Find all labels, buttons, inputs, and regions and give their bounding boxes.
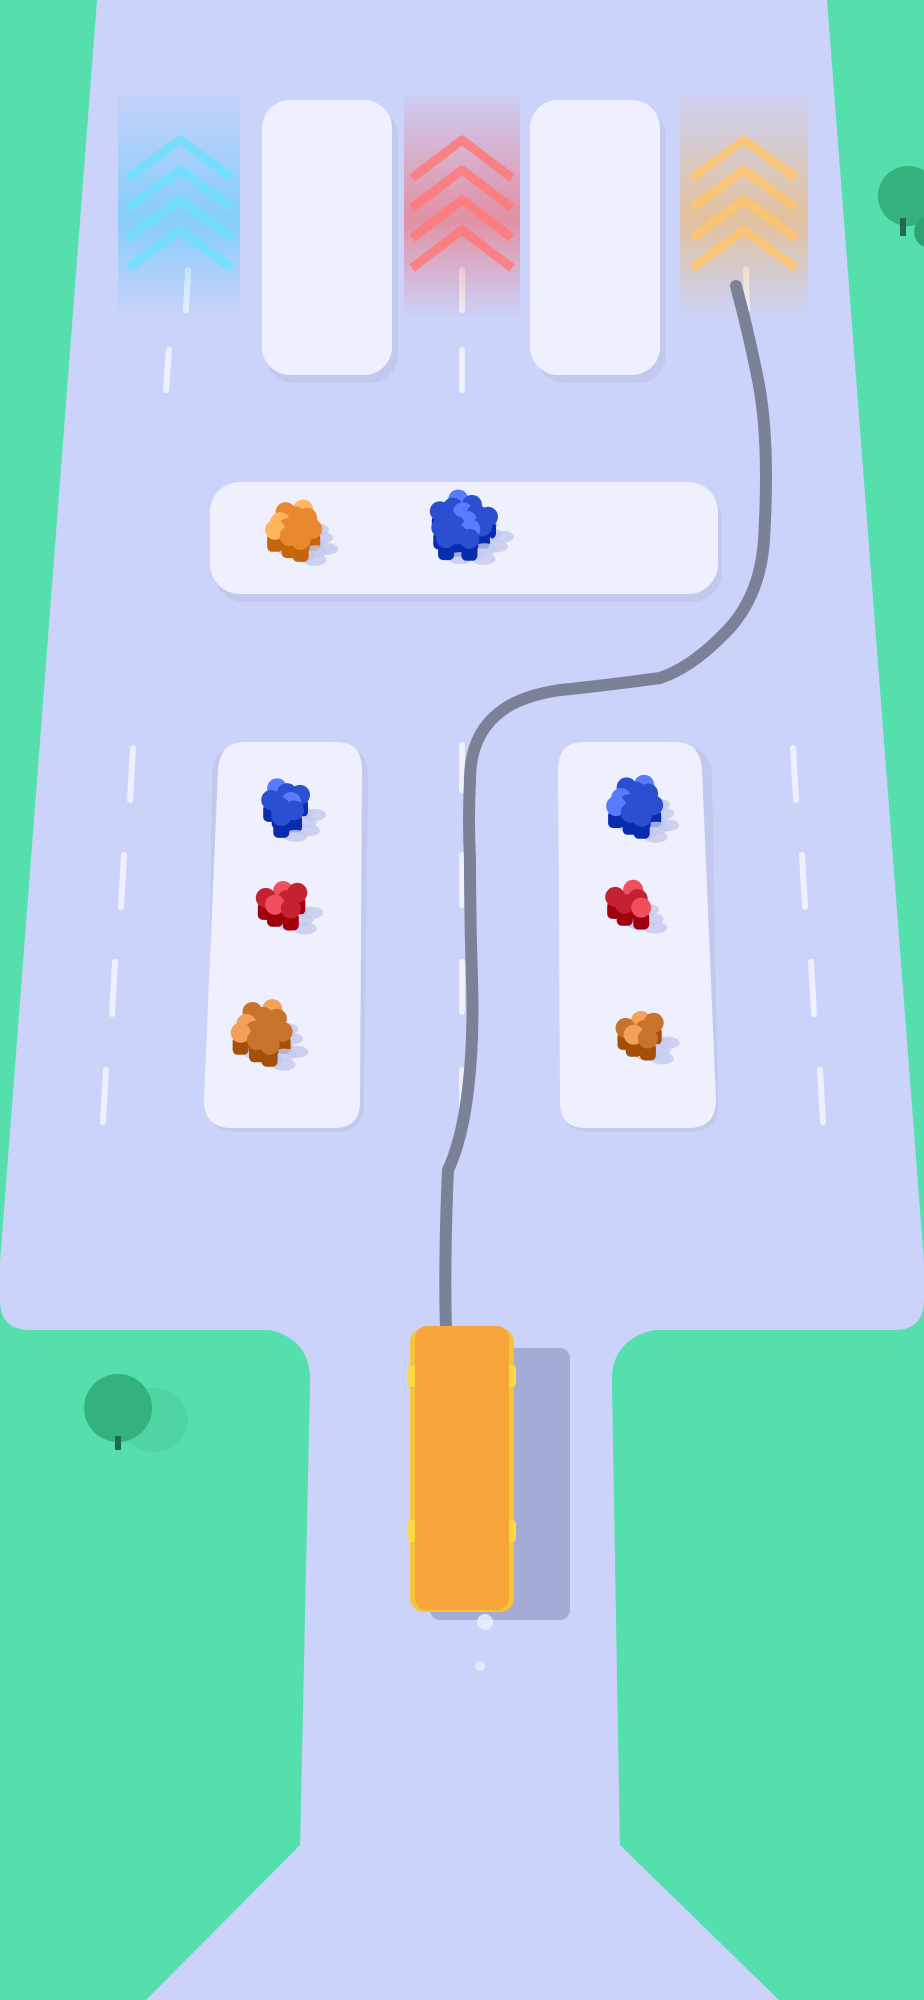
exit-red[interactable] (404, 95, 520, 320)
bus-roof (415, 1326, 509, 1610)
game-scene[interactable] (0, 0, 924, 2000)
barrier-left (262, 100, 398, 383)
exit-orange[interactable] (680, 95, 808, 320)
barrier-right (530, 100, 666, 383)
exit-blue[interactable] (118, 95, 240, 320)
